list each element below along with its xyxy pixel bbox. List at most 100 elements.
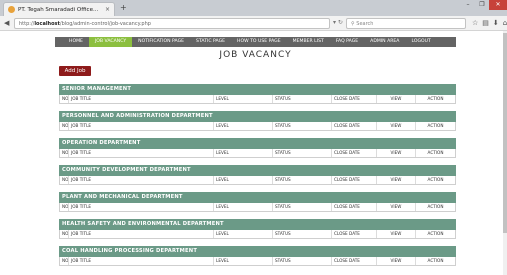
department-section: OPERATION DEPARTMENT NO JOB TITLE LEVEL … (59, 138, 456, 158)
col-close-date: CLOSE DATE (331, 122, 376, 130)
reading-list-icon[interactable]: ▤ (482, 18, 489, 29)
department-header: PLANT AND MECHANICAL DEPARTMENT (59, 192, 456, 203)
page-title: JOB VACANCY (219, 50, 292, 60)
nav-item-home[interactable]: HOME (63, 37, 89, 47)
col-job-title: JOB TITLE (68, 176, 213, 184)
back-arrow-icon[interactable]: ◀ (4, 19, 9, 27)
department-header: COMMUNITY DEVELOPMENT DEPARTMENT (59, 165, 456, 176)
tab-title: PT. Tegah Smaradadi Office... (18, 6, 99, 13)
col-status: STATUS (272, 122, 331, 130)
nav-item-admin-area[interactable]: ADMIN AREA (364, 37, 405, 47)
col-close-date: CLOSE DATE (331, 149, 376, 157)
col-no: NO (62, 123, 68, 128)
col-status: STATUS (272, 176, 331, 184)
toolbar-icons: ☆ ▤ ⬇ ⌂ ≡ (472, 18, 507, 29)
col-view: VIEW (376, 257, 415, 265)
department-section: COMMUNITY DEVELOPMENT DEPARTMENT NO JOB … (59, 165, 456, 185)
minimize-button[interactable]: – (461, 0, 475, 10)
close-window-button[interactable]: ✕ (489, 0, 507, 10)
col-view: VIEW (376, 149, 415, 157)
col-status: STATUS (272, 95, 331, 103)
department-section: COAL HANDLING PROCESSING DEPARTMENT NO J… (59, 246, 456, 266)
nav-item-logout[interactable]: LOGOUT (405, 37, 436, 47)
maximize-button[interactable]: ❐ (475, 0, 489, 10)
nav-item-notification-page[interactable]: NOTIFICATION PAGE (132, 37, 190, 47)
col-close-date: CLOSE DATE (331, 95, 376, 103)
col-action: ACTION (415, 230, 455, 238)
browser-nav-bar: ◀ http://localhost/blog/admin-control/jo… (0, 16, 507, 31)
col-no: NO (62, 150, 68, 155)
bookmark-star-icon[interactable]: ☆ (472, 18, 478, 29)
col-job-title: JOB TITLE (68, 122, 213, 130)
col-action: ACTION (415, 257, 455, 265)
site-favicon-icon (8, 6, 15, 13)
col-level: LEVEL (213, 176, 272, 184)
col-view: VIEW (376, 203, 415, 211)
col-no: NO (62, 96, 68, 101)
col-level: LEVEL (213, 122, 272, 130)
browser-tab-bar: PT. Tegah Smaradadi Office... × + – ❐ ✕ (0, 0, 507, 16)
col-close-date: CLOSE DATE (331, 230, 376, 238)
department-section: PERSONNEL AND ADMINISTRATION DEPARTMENT … (59, 111, 456, 131)
nav-item-job-vacancy[interactable]: JOB VACANCY (88, 37, 133, 47)
table-header-row: NO JOB TITLE LEVEL STATUS CLOSE DATE VIE… (59, 176, 456, 185)
col-no: NO (62, 231, 68, 236)
add-job-button[interactable]: Add Job (59, 66, 91, 76)
col-level: LEVEL (213, 203, 272, 211)
site-navigation: HOME JOB VACANCY NOTIFICATION PAGE STATI… (55, 37, 456, 47)
table-header-row: NO JOB TITLE LEVEL STATUS CLOSE DATE VIE… (59, 122, 456, 131)
table-header-row: NO JOB TITLE LEVEL STATUS CLOSE DATE VIE… (59, 203, 456, 212)
scrollbar-thumb[interactable] (503, 33, 507, 233)
col-job-title: JOB TITLE (68, 95, 213, 103)
home-icon[interactable]: ⌂ (503, 18, 507, 29)
table-header-row: NO JOB TITLE LEVEL STATUS CLOSE DATE VIE… (59, 257, 456, 266)
page-scrollbar[interactable] (503, 31, 507, 275)
table-header-row: NO JOB TITLE LEVEL STATUS CLOSE DATE VIE… (59, 95, 456, 104)
col-action: ACTION (415, 122, 455, 130)
col-no: NO (62, 204, 68, 209)
nav-item-how-to-use-page[interactable]: HOW TO USE PAGE (231, 37, 287, 47)
department-header: PERSONNEL AND ADMINISTRATION DEPARTMENT (59, 111, 456, 122)
col-level: LEVEL (213, 95, 272, 103)
nav-item-member-list[interactable]: MEMBER LIST (287, 37, 330, 47)
table-header-row: NO JOB TITLE LEVEL STATUS CLOSE DATE VIE… (59, 230, 456, 239)
col-status: STATUS (272, 230, 331, 238)
department-header: HEALTH SAFETY AND ENVIRONMENTAL DEPARTME… (59, 219, 456, 230)
col-level: LEVEL (213, 230, 272, 238)
col-no: NO (62, 258, 68, 263)
tab-close-icon[interactable]: × (105, 6, 110, 13)
download-icon[interactable]: ⬇ (493, 18, 499, 29)
col-view: VIEW (376, 176, 415, 184)
col-view: VIEW (376, 95, 415, 103)
col-action: ACTION (415, 203, 455, 211)
department-section: SENIOR MANAGEMENT NO JOB TITLE LEVEL STA… (59, 84, 456, 104)
col-view: VIEW (376, 230, 415, 238)
reload-icon[interactable]: ▾ ↻ (333, 19, 343, 26)
col-close-date: CLOSE DATE (331, 176, 376, 184)
col-job-title: JOB TITLE (68, 230, 213, 238)
url-prefix: http:// (19, 21, 35, 27)
address-bar[interactable]: http://localhost/blog/admin-control/job-… (14, 18, 330, 29)
department-header: OPERATION DEPARTMENT (59, 138, 456, 149)
col-view: VIEW (376, 122, 415, 130)
nav-item-faq-page[interactable]: FAQ PAGE (330, 37, 364, 47)
url-path: /blog/admin-control/job-vacancy.php (59, 21, 151, 27)
search-placeholder: Search (356, 21, 374, 27)
col-level: LEVEL (213, 257, 272, 265)
col-no: NO (62, 177, 68, 182)
department-header: SENIOR MANAGEMENT (59, 84, 456, 95)
department-section: HEALTH SAFETY AND ENVIRONMENTAL DEPARTME… (59, 219, 456, 239)
window-controls: – ❐ ✕ (461, 0, 507, 10)
browser-tab[interactable]: PT. Tegah Smaradadi Office... × (3, 2, 115, 16)
nav-item-static-page[interactable]: STATIC PAGE (190, 37, 231, 47)
col-status: STATUS (272, 149, 331, 157)
col-action: ACTION (415, 95, 455, 103)
col-job-title: JOB TITLE (68, 149, 213, 157)
col-close-date: CLOSE DATE (331, 257, 376, 265)
col-level: LEVEL (213, 149, 272, 157)
department-section: PLANT AND MECHANICAL DEPARTMENT NO JOB T… (59, 192, 456, 212)
col-action: ACTION (415, 176, 455, 184)
col-action: ACTION (415, 149, 455, 157)
search-input[interactable]: ⚲ Search (346, 18, 466, 29)
new-tab-button[interactable]: + (120, 3, 127, 13)
